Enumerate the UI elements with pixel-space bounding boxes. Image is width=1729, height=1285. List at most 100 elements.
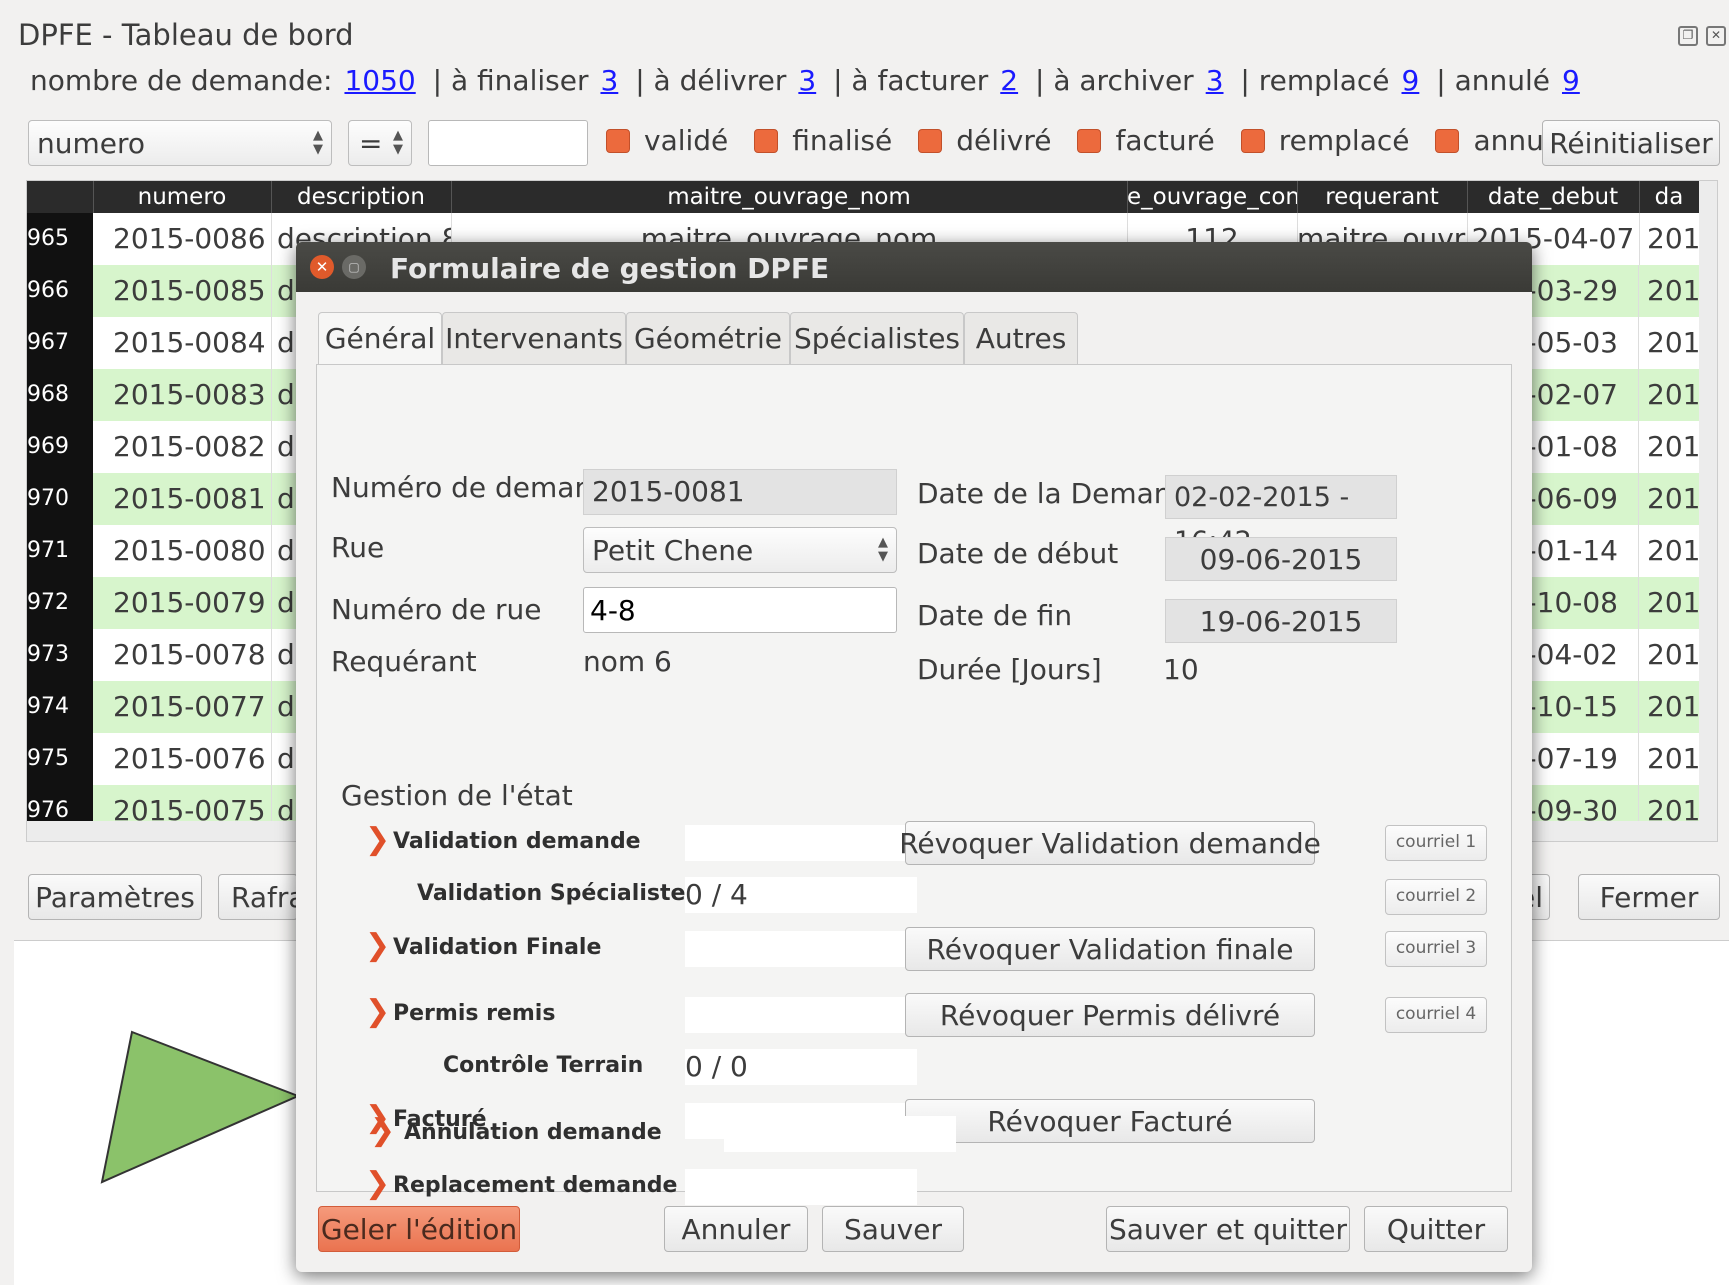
cell-date: 2015 — [1639, 265, 1708, 317]
column-header[interactable]: da — [1639, 181, 1700, 213]
date-debut-field[interactable]: 09-06-2015 — [1165, 537, 1397, 581]
email-2-button[interactable]: courriel 2 — [1385, 879, 1487, 915]
filter-operator-value: = — [359, 127, 383, 160]
cell-numero: 2015-0086 — [113, 213, 272, 265]
general-panel: Numéro de demande 2015-0081 Rue Petit Ch… — [316, 364, 1512, 1205]
annulation-label: Annulation demande — [404, 1120, 662, 1145]
refresh-button[interactable]: Rafra — [218, 874, 298, 920]
checkbox-valide[interactable]: validé — [606, 124, 728, 157]
save-and-quit-button[interactable]: Sauver et quitter — [1106, 1206, 1350, 1252]
tab-intervenants[interactable]: Intervenants — [442, 312, 626, 367]
dialog-titlebar: ✕ ▢ Formulaire de gestion DPFE — [296, 242, 1532, 292]
checkbox-finalise[interactable]: finalisé — [754, 124, 892, 157]
vertical-scrollbar[interactable] — [1699, 181, 1717, 821]
revoke-permis-button[interactable]: Révoquer Permis délivré — [905, 993, 1315, 1037]
cell-date: 2016 — [1639, 525, 1708, 577]
stats-link[interactable]: 9 — [1562, 64, 1580, 97]
minimize-icon[interactable]: ▢ — [342, 255, 366, 279]
filter-operator-select[interactable]: = ▲ ▼ — [348, 120, 412, 166]
requerant-label: Requérant — [331, 645, 477, 678]
tab-geometrie[interactable]: Géométrie — [626, 312, 790, 367]
parameters-button[interactable]: Paramètres — [28, 874, 202, 920]
cell-numero: 2015-0081 — [113, 473, 272, 525]
tab-general[interactable]: Général — [318, 312, 442, 369]
email-4-button[interactable]: courriel 4 — [1385, 997, 1487, 1033]
reset-button[interactable]: Réinitialiser — [1542, 120, 1720, 166]
tab-specialistes[interactable]: Spécialistes — [790, 312, 964, 367]
revoke-validation-button[interactable]: Révoquer Validation demande — [899, 821, 1321, 865]
chevron-right-icon: ❯ — [370, 1113, 396, 1148]
tab-autres[interactable]: Autres — [964, 312, 1078, 367]
quit-button[interactable]: Quitter — [1364, 1206, 1508, 1252]
date-fin-field[interactable]: 19-06-2015 — [1165, 599, 1397, 643]
numero-rue-input[interactable] — [583, 587, 897, 633]
stats-link[interactable]: 9 — [1402, 64, 1420, 97]
cell-date: 2015 — [1639, 369, 1708, 421]
map-polygon[interactable] — [100, 1030, 300, 1190]
checkbox-label: validé — [644, 124, 729, 157]
stats-link[interactable]: 3 — [600, 64, 618, 97]
window-title: DPFE - Tableau de bord — [18, 18, 354, 52]
row-number: 969 — [27, 421, 93, 473]
cancel-button[interactable]: Annuler — [664, 1206, 808, 1252]
permis-remis-label: Permis remis — [393, 1001, 556, 1026]
column-header[interactable]: date_debut — [1467, 181, 1640, 213]
cell-date: 2015 — [1639, 317, 1708, 369]
filter-value-input[interactable] — [428, 120, 588, 166]
column-header[interactable]: requerant — [1297, 181, 1468, 213]
checkbox-label: finalisé — [792, 124, 893, 157]
duree-label: Durée [Jours] — [917, 653, 1102, 686]
close-icon[interactable]: ✕ — [310, 255, 334, 279]
date-demande-label: Date de la Demande — [917, 477, 1207, 510]
rue-select[interactable]: Petit Chene ▲ ▼ — [583, 527, 897, 573]
stats-total-link[interactable]: 1050 — [344, 64, 415, 97]
stats-link[interactable]: 3 — [798, 64, 816, 97]
column-header[interactable]: description — [271, 181, 452, 213]
cell-numero: 2015-0083 — [113, 369, 272, 421]
close-icon[interactable]: ✕ — [1706, 26, 1726, 46]
email-3-button[interactable]: courriel 3 — [1385, 931, 1487, 967]
numero-rue-label: Numéro de rue — [331, 593, 542, 626]
row-number: 970 — [27, 473, 93, 525]
checkbox-delivre[interactable]: délivré — [918, 124, 1051, 157]
revoke-finale-button[interactable]: Révoquer Validation finale — [905, 927, 1315, 971]
stats-link[interactable]: 2 — [1000, 64, 1018, 97]
updown-icon: ▲ ▼ — [878, 535, 888, 564]
email-1-button[interactable]: courriel 1 — [1385, 825, 1487, 861]
validation-demande-label: Validation demande — [393, 829, 641, 854]
column-header[interactable]: e_ouvrage_conta — [1127, 181, 1298, 213]
date-debut-label: Date de début — [917, 537, 1119, 570]
chevron-right-icon: ❯ — [365, 1166, 391, 1201]
row-number: 974 — [27, 681, 93, 733]
validation-specialiste-field: 0 / 4 — [685, 877, 917, 913]
column-header[interactable]: maitre_ouvrage_nom — [451, 181, 1128, 213]
duree-value: 10 — [1163, 653, 1199, 686]
annulation-field — [724, 1116, 956, 1152]
checkbox-label: facturé — [1115, 124, 1215, 157]
stats-link[interactable]: 3 — [1206, 64, 1224, 97]
close-button[interactable]: Fermer — [1578, 874, 1720, 920]
restore-icon[interactable]: ❐ — [1678, 26, 1698, 46]
cell-numero: 2015-0084 — [113, 317, 272, 369]
checkbox-facture[interactable]: facturé — [1077, 124, 1215, 157]
state-section-title: Gestion de l'état — [341, 779, 573, 812]
validation-finale-label: Validation Finale — [393, 935, 602, 960]
checkbox-remplace[interactable]: remplacé — [1240, 124, 1409, 157]
dialog-title: Formulaire de gestion DPFE — [390, 252, 830, 285]
date-demande-field[interactable]: 02-02-2015 - 16:42 — [1165, 475, 1397, 557]
numero-field[interactable]: 2015-0081 — [583, 469, 897, 515]
freeze-edit-button[interactable]: Geler l'édition — [318, 1206, 520, 1252]
checkbox-box — [754, 128, 779, 153]
cell-date: 2016 — [1639, 577, 1708, 629]
column-header[interactable]: numero — [93, 181, 272, 213]
validation-finale-field — [685, 931, 917, 967]
row-number: 968 — [27, 369, 93, 421]
row-number: 975 — [27, 733, 93, 785]
requerant-value: nom 6 — [583, 645, 672, 678]
stats-label: | à délivrer — [635, 64, 787, 97]
row-number: 971 — [27, 525, 93, 577]
revoke-facture-button[interactable]: Révoquer Facturé — [905, 1099, 1315, 1143]
updown-icon: ▲ ▼ — [393, 128, 403, 157]
save-button[interactable]: Sauver — [822, 1206, 964, 1252]
filter-field-select[interactable]: numero ▲ ▼ — [28, 120, 332, 166]
